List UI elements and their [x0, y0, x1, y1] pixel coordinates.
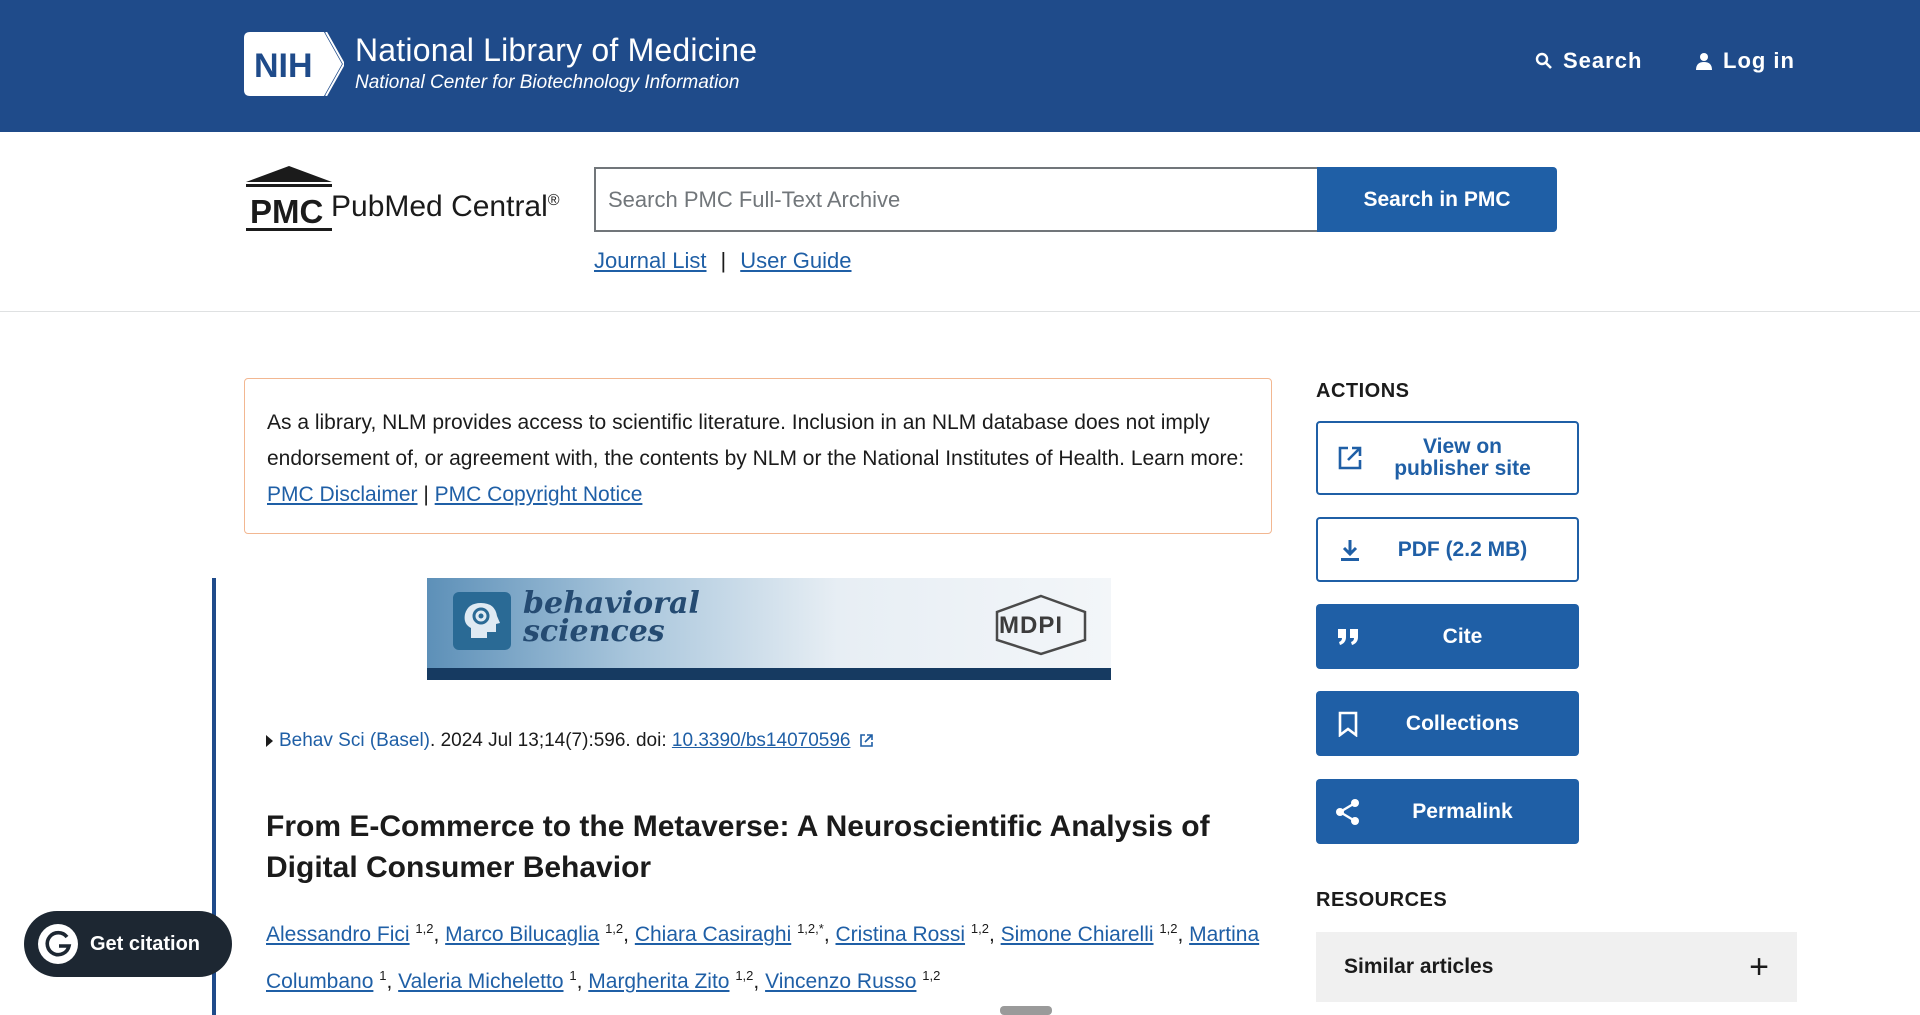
disclaimer-text: As a library, NLM provides access to sci…: [267, 411, 1210, 470]
download-icon: [1332, 538, 1368, 562]
nih-title[interactable]: National Library of Medicine: [355, 32, 757, 69]
search-in-pmc-button[interactable]: Search in PMC: [1317, 167, 1557, 232]
doi-link[interactable]: 10.3390/bs14070596: [672, 730, 851, 751]
user-icon: [1696, 53, 1712, 70]
scroll-handle[interactable]: [1000, 1006, 1052, 1015]
caret-right-icon[interactable]: [266, 734, 273, 747]
header-login-label: Log in: [1723, 48, 1795, 73]
svg-text:NIH: NIH: [254, 47, 313, 85]
journal-head-icon: [453, 592, 511, 650]
permalink-button[interactable]: Permalink: [1316, 779, 1579, 844]
svg-text:PMC: PMC: [250, 193, 323, 230]
author-link[interactable]: Vincenzo Russo: [765, 970, 916, 993]
nlm-disclaimer: As a library, NLM provides access to sci…: [244, 378, 1272, 534]
similar-articles-accordion[interactable]: Similar articles +: [1316, 932, 1797, 1002]
user-guide-link[interactable]: User Guide: [740, 248, 851, 274]
external-link-icon: [1332, 444, 1368, 472]
pmc-logo[interactable]: PMC: [244, 166, 334, 232]
journal-banner[interactable]: behavioral sciences MDPI: [427, 578, 1111, 680]
author-list: Alessandro Fici 1,2, Marco Bilucaglia 1,…: [266, 921, 1260, 993]
search-icon: [1535, 52, 1552, 69]
banner-publisher-name: MDPI: [999, 612, 1063, 639]
pmc-search-input[interactable]: [594, 167, 1318, 232]
nih-subtitle: National Center for Biotechnology Inform…: [355, 72, 740, 93]
quote-icon: [1330, 627, 1366, 647]
learn-more-label: Learn more:: [1130, 447, 1245, 470]
nih-header: NIH National Library of Medicine Nationa…: [0, 0, 1920, 132]
view-publisher-label: View on publisher site: [1394, 435, 1531, 480]
get-citation-button[interactable]: Get citation: [24, 911, 232, 977]
header-login-button[interactable]: Log in: [1695, 48, 1795, 74]
view-publisher-button[interactable]: View on publisher site: [1316, 421, 1579, 495]
article-title: From E-Commerce to the Metaverse: A Neur…: [266, 810, 1210, 884]
share-icon: [1330, 798, 1366, 826]
pmc-sub-links: Journal List | User Guide: [594, 248, 852, 274]
cite-label: Cite: [1442, 624, 1483, 648]
similar-articles-label: Similar articles: [1344, 955, 1494, 978]
bookmark-icon: [1330, 711, 1366, 737]
header-search-button[interactable]: Search: [1535, 48, 1642, 74]
author-link[interactable]: Margherita Zito: [588, 970, 729, 993]
author-link[interactable]: Simone Chiarelli: [1001, 923, 1154, 946]
citation-details: . 2024 Jul 13;14(7):596. doi:: [430, 730, 672, 751]
author-link[interactable]: Cristina Rossi: [836, 923, 966, 946]
external-link-icon: [859, 734, 873, 747]
permalink-label: Permalink: [1412, 799, 1513, 823]
nih-logo[interactable]: NIH: [244, 32, 344, 96]
link-separator: |: [720, 248, 727, 273]
get-citation-label: Get citation: [90, 932, 201, 955]
journal-name-toggle[interactable]: Behav Sci (Basel): [279, 730, 430, 751]
cite-button[interactable]: Cite: [1316, 604, 1579, 669]
header-search-label: Search: [1563, 48, 1643, 73]
actions-heading: ACTIONS: [1316, 380, 1410, 402]
plus-icon[interactable]: +: [1749, 950, 1769, 984]
journal-list-link[interactable]: Journal List: [594, 248, 707, 274]
banner-strip: [427, 668, 1111, 680]
disclaimer-separator: |: [423, 483, 429, 506]
collections-label: Collections: [1405, 711, 1520, 735]
author-link[interactable]: Marco Bilucaglia: [445, 923, 599, 946]
collections-button[interactable]: Collections: [1316, 691, 1579, 756]
author-link[interactable]: Alessandro Fici: [266, 923, 410, 946]
pmc-disclaimer-link[interactable]: PMC Disclaimer: [267, 483, 418, 506]
resources-heading: RESOURCES: [1316, 889, 1448, 911]
banner-journal-name: behavioral sciences: [523, 586, 700, 649]
citation-line: Behav Sci (Basel). 2024 Jul 13;14(7):596…: [266, 730, 874, 752]
pdf-label: PDF (2.2 MB): [1397, 537, 1528, 561]
pmc-copyright-link[interactable]: PMC Copyright Notice: [435, 483, 643, 506]
author-link[interactable]: Valeria Micheletto: [398, 970, 563, 993]
pdf-download-button[interactable]: PDF (2.2 MB): [1316, 517, 1579, 582]
citation-g-icon: [38, 924, 78, 964]
author-link[interactable]: Chiara Casiraghi: [635, 923, 791, 946]
pmc-name[interactable]: PubMed Central®: [331, 190, 560, 224]
